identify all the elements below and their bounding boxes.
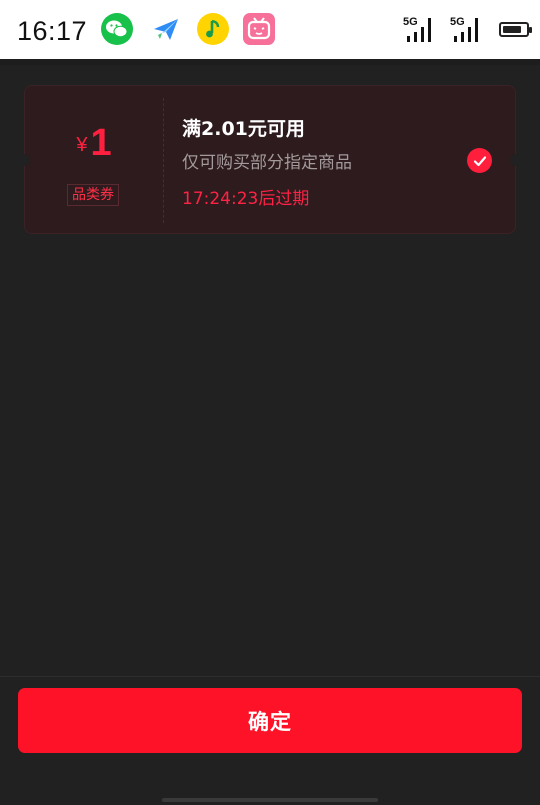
status-bar: 16:17 5G 5G: [0, 0, 540, 59]
coupon-notch: [510, 154, 522, 166]
coupon-currency: ¥: [76, 134, 88, 156]
coupon-expiry: 17:24:23后过期: [182, 189, 310, 209]
home-indicator: [162, 798, 378, 802]
status-time: 16:17: [17, 16, 88, 46]
battery-icon: [499, 22, 532, 37]
coupon-type-badge: 品类券: [67, 184, 119, 206]
plane-icon: [150, 13, 182, 45]
signal-icon: 5G: [403, 14, 439, 50]
coupon-amount: ¥1: [25, 122, 163, 165]
confirm-button[interactable]: 确定: [18, 688, 522, 753]
bottom-divider: [0, 676, 540, 677]
network-label: 5G: [403, 16, 418, 28]
coupon-divider: [163, 98, 164, 223]
coupon-card[interactable]: ¥1 品类券 满2.01元可用 仅可购买部分指定商品 17:24:23后过期: [18, 85, 522, 234]
check-icon[interactable]: [467, 148, 492, 173]
network-label: 5G: [450, 16, 465, 28]
coupon-title: 满2.01元可用: [182, 118, 305, 140]
wechat-icon: [101, 13, 133, 45]
coupon-description: 仅可购买部分指定商品: [182, 153, 352, 173]
bili-icon: [243, 13, 275, 45]
music-icon: [197, 13, 229, 45]
signal-icon: 5G: [450, 14, 486, 50]
battery-level: [503, 26, 521, 33]
header-peek: [0, 59, 540, 65]
coupon-value: 1: [90, 122, 112, 164]
